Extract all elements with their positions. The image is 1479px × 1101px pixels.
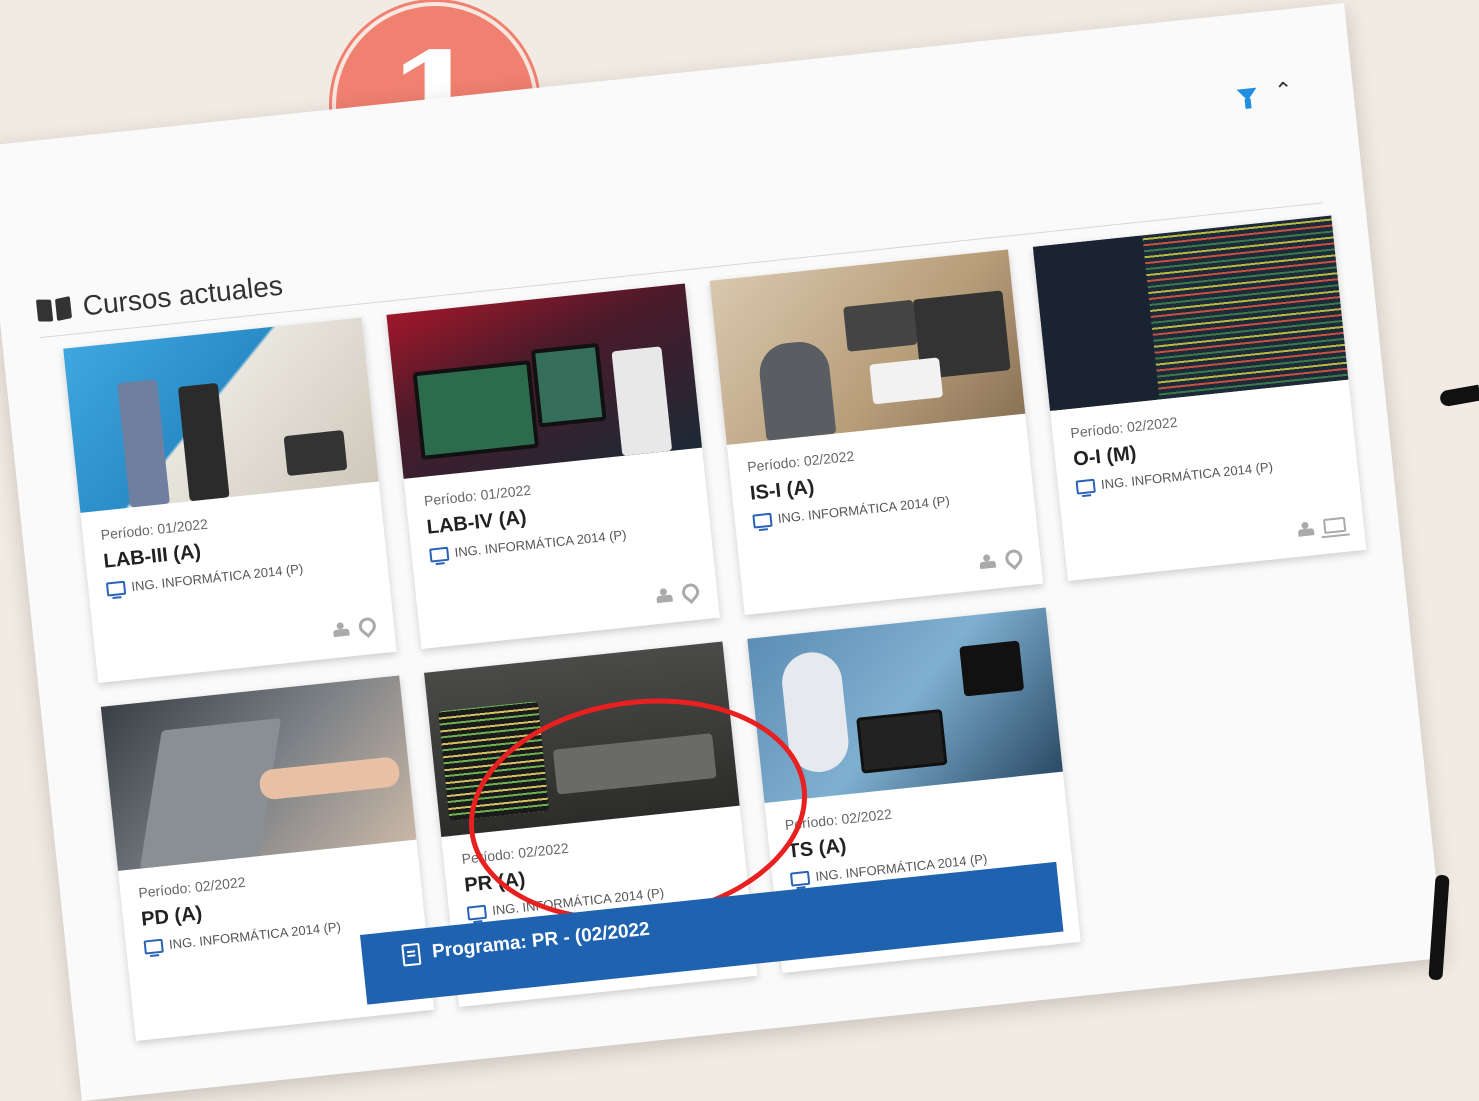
course-card[interactable]: Período: 02/2022 IS-I (A) ING. INFORMÁTI… [709,249,1044,616]
course-image [63,317,379,513]
course-image [386,283,703,479]
person-icon [979,553,996,569]
monitor-icon [466,904,488,921]
chevron-up-icon[interactable]: ⌃ [1273,77,1294,105]
monitor-icon [752,512,773,529]
course-card[interactable]: Período: 01/2022 LAB-III (A) ING. INFORM… [63,317,397,683]
person-icon [332,621,349,637]
course-image [100,675,417,871]
page-title: Cursos actuales [35,270,284,328]
header-tools: ⌃ [1235,77,1294,109]
book-icon [36,295,73,324]
course-card[interactable]: Período: 02/2022 O-I (M) ING. INFORMÁTIC… [1032,215,1367,582]
location-pin-icon [678,580,703,605]
location-pin-icon [355,614,380,638]
page-title-label: Cursos actuales [81,269,285,322]
card-icons [332,614,380,638]
person-icon [1297,521,1314,537]
monitor-icon [143,938,164,955]
course-image [1032,215,1349,411]
monitor-icon [429,546,450,563]
program-bar-label: Programa: PR - (02/2022 [431,918,651,963]
card-icons [979,546,1026,571]
filter-icon[interactable] [1236,87,1258,102]
card-icons [655,580,703,605]
course-card[interactable]: Período: 01/2022 LAB-IV (A) ING. INFORMÁ… [386,283,720,649]
person-icon [656,587,673,603]
monitor-icon [105,580,127,597]
laptop-icon [1322,516,1347,534]
card-icons [1297,516,1347,537]
document-icon [401,942,422,967]
location-pin-icon [1001,546,1026,571]
course-image [709,249,1026,445]
monitor-icon [1075,478,1096,495]
decorative-stroke [1438,384,1479,408]
monitor-icon [789,870,811,887]
